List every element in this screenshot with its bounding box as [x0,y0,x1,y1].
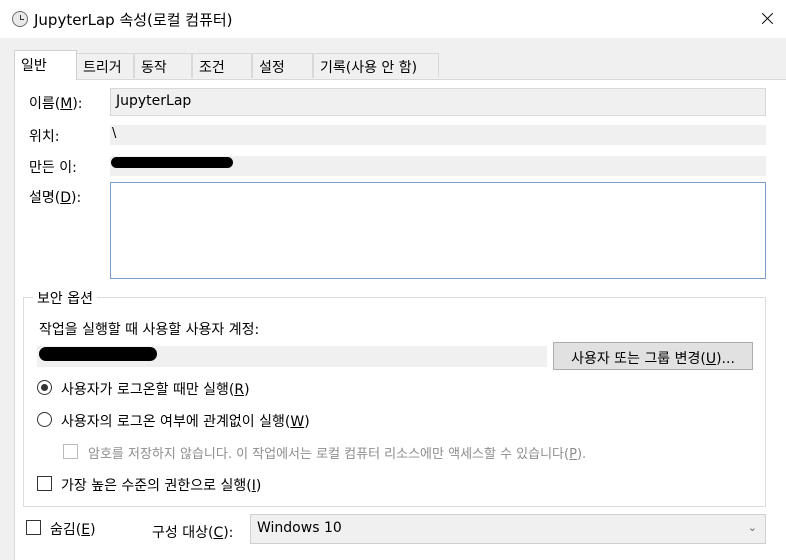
window-title: JupyterLap 속성(로컬 컴퓨터) [34,11,233,29]
location-value: \ [110,125,766,145]
location-label: 위치: [29,129,60,145]
no-store-password-checkbox[interactable] [63,444,78,459]
tab-conditions[interactable]: 조건 [192,53,252,78]
user-account-redaction [39,347,157,361]
chevron-down-icon: ⌄ [747,521,757,534]
author-label: 만든 이: [29,160,77,176]
security-options-title: 보안 옵션 [33,288,97,308]
tab-general[interactable]: 일반 [14,50,77,80]
highest-privileges-label[interactable]: 가장 높은 수준의 권한으로 실행(I) [61,475,261,495]
tab-settings[interactable]: 설정 [252,53,313,78]
hidden-checkbox[interactable] [26,520,41,535]
highest-privileges-checkbox[interactable] [37,476,52,491]
no-store-password-label: 암호를 저장하지 않습니다. 이 작업에서는 로컬 컴퓨터 리소스에만 액세스할… [88,447,587,462]
change-user-button[interactable]: 사용자 또는 그룹 변경(U)... [553,342,753,370]
radio-run-when-logged-on[interactable] [37,380,52,395]
configure-for-label: 구성 대상(C): [152,525,234,541]
properties-dialog: 일반 트리거 동작 조건 설정 기록(사용 안 함) 이름(M): Jupyte… [0,38,786,560]
tab-triggers[interactable]: 트리거 [76,53,134,78]
configure-for-value: Windows 10 [257,520,342,536]
tab-history[interactable]: 기록(사용 안 함) [313,53,439,78]
hidden-label[interactable]: 숨김(E) [50,519,96,539]
general-tab-panel: 이름(M): JupyterLap 위치: \ 만든 이: 설명(D): 보안 … [14,79,786,560]
tab-actions[interactable]: 동작 [134,53,192,78]
description-textarea[interactable] [110,182,766,279]
configure-for-select[interactable]: Windows 10 ⌄ [250,514,766,544]
author-redaction [111,157,233,168]
close-button[interactable] [748,0,786,38]
run-whether-logged-on-label[interactable]: 사용자의 로그온 여부에 관계없이 실행(W) [61,411,310,431]
name-field[interactable]: JupyterLap [110,88,766,116]
radio-run-whether-logged-on[interactable] [37,412,52,427]
clock-icon [12,11,28,27]
name-label: 이름(M): [29,96,83,112]
tab-strip: 일반 트리거 동작 조건 설정 기록(사용 안 함) [0,38,786,80]
user-account-label: 작업을 실행할 때 사용할 사용자 계정: [39,322,260,338]
description-label: 설명(D): [29,190,82,206]
title-bar: JupyterLap 속성(로컬 컴퓨터) [0,0,786,38]
run-when-logged-on-label[interactable]: 사용자가 로그온할 때만 실행(R) [61,379,250,399]
